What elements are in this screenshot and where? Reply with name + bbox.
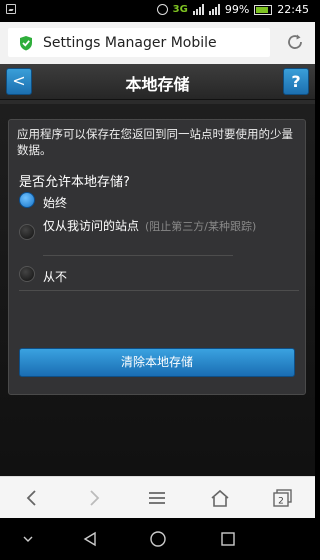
- page-url-title: Settings Manager Mobile: [43, 34, 217, 51]
- browser-back-button[interactable]: [12, 477, 52, 519]
- circle-home-icon: [150, 531, 166, 547]
- browser-home-button[interactable]: [200, 477, 240, 519]
- shield-icon: [20, 35, 32, 50]
- system-back-button[interactable]: [70, 518, 110, 560]
- image-notification-icon: [6, 4, 16, 14]
- browser-menu-button[interactable]: [137, 477, 177, 519]
- system-nav-bar: [0, 518, 315, 560]
- reload-icon[interactable]: [285, 32, 305, 52]
- local-storage-page: < 本地存储 ? 应用程序可以保存在您返回到同一站点时要使用的少量数据。 是否允…: [0, 64, 315, 476]
- status-icons: 3G 99% 22:45: [156, 3, 309, 16]
- menu-icon: [149, 492, 165, 504]
- option-visited-sites[interactable]: 仅从我访问的站点 (阻止第三方/某种跟踪): [43, 217, 256, 234]
- signal-icon-2: [208, 4, 220, 15]
- tabs-icon: 2: [273, 489, 292, 507]
- browser-forward-button[interactable]: [74, 477, 114, 519]
- home-icon: [211, 489, 229, 507]
- title-bar: < 本地存储 ?: [0, 64, 315, 100]
- tab-count: 2: [278, 497, 284, 507]
- radio-visited-sites[interactable]: [19, 224, 35, 240]
- browser-url-bar: Settings Manager Mobile: [0, 22, 315, 64]
- browser-tabs-button[interactable]: 2: [263, 477, 303, 519]
- browser-toolbar: 2: [0, 476, 315, 518]
- page-title: 本地存储: [125, 75, 190, 94]
- square-recents-icon: [221, 532, 235, 546]
- chevron-down-icon: [23, 536, 33, 542]
- description-text: 应用程序可以保存在您返回到同一站点时要使用的少量数据。: [17, 127, 293, 157]
- signal-icon: [192, 4, 204, 15]
- address-field[interactable]: Settings Manager Mobile: [8, 28, 270, 57]
- option-never-label[interactable]: 从不: [43, 268, 67, 285]
- option-divider: [43, 255, 233, 256]
- clock: 22:45: [277, 3, 309, 16]
- status-bar: 3G 99% 22:45: [0, 0, 315, 22]
- settings-panel: 应用程序可以保存在您返回到同一站点时要使用的少量数据。 是否允许本地存储? 始终…: [8, 119, 306, 395]
- triangle-back-icon: [83, 531, 96, 547]
- option-always-label[interactable]: 始终: [43, 194, 67, 211]
- chevron-left-icon: [26, 490, 36, 506]
- radio-never[interactable]: [19, 266, 35, 282]
- system-recents-button[interactable]: [208, 518, 248, 560]
- battery-percent: 99%: [224, 3, 250, 16]
- help-button[interactable]: ?: [283, 68, 309, 95]
- battery-icon: [254, 4, 273, 15]
- alarm-icon: [156, 4, 168, 15]
- system-home-button[interactable]: [138, 518, 178, 560]
- chevron-right-icon: [90, 490, 100, 506]
- question-label: 是否允许本地存储?: [19, 175, 130, 190]
- radio-always[interactable]: [19, 192, 35, 208]
- clear-local-storage-button[interactable]: 清除本地存储: [19, 348, 295, 377]
- option-visited-sites-label: 仅从我访问的站点: [43, 219, 140, 233]
- hide-nav-button[interactable]: [8, 518, 48, 560]
- option-visited-sites-hint: (阻止第三方/某种跟踪): [145, 220, 257, 233]
- network-type: 3G: [172, 4, 188, 15]
- section-divider: [19, 290, 299, 291]
